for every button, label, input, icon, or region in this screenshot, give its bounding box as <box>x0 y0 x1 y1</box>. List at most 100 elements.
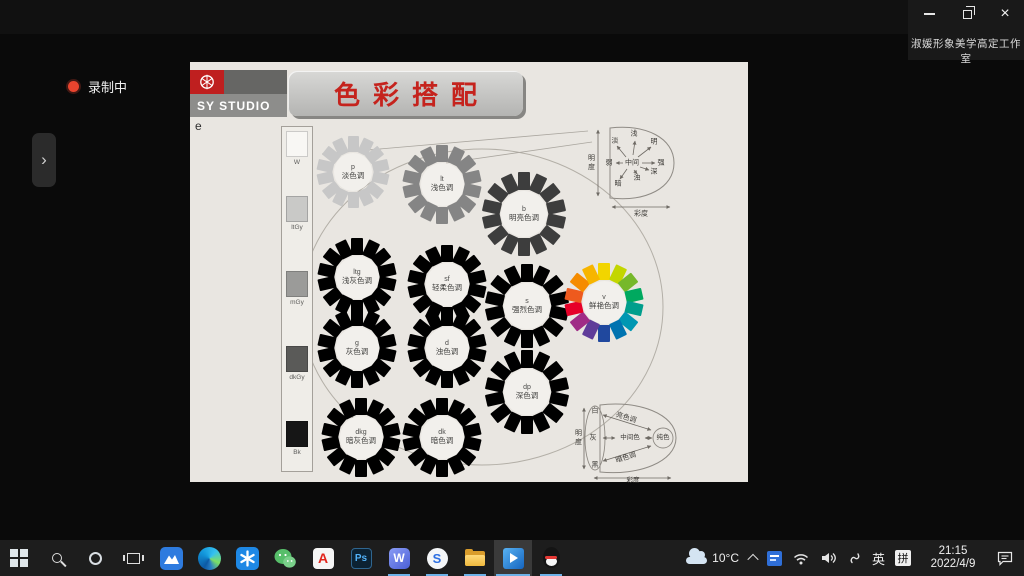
w-app-button[interactable]: W <box>380 540 418 576</box>
wechat-icon <box>273 547 297 570</box>
weather-button[interactable]: 10°C <box>681 540 744 576</box>
bottom-diagram-gray: 灰 <box>590 435 597 442</box>
tray-expand-button[interactable] <box>744 540 762 576</box>
top-diagram-light: 浅 <box>631 131 638 138</box>
tone-swatch <box>348 192 359 208</box>
speaker-icon <box>820 551 838 565</box>
recording-dot-icon <box>68 81 79 92</box>
cortana-icon <box>89 552 102 565</box>
start-button[interactable] <box>0 540 38 576</box>
tone-swatch <box>351 309 363 326</box>
app-titlebar <box>0 0 1024 34</box>
system-tray: 10°C 英 拼 21:15 2022/4/9 <box>681 540 1024 576</box>
ime-language-label: 英 <box>872 549 885 568</box>
tone-swatch <box>521 264 533 282</box>
presentation-slide: SY STUDIO 色彩搭配 e WltGymGydkGyBk p淡色调lt浅色… <box>190 62 748 482</box>
chevron-up-icon <box>747 554 758 565</box>
top-diagram-strong: 强 <box>658 160 665 167</box>
tone-swatch <box>441 245 453 262</box>
desktop-screen: × 淑媛形象美学高定工作室 录制中 › <box>0 0 1024 576</box>
search-icon <box>52 553 62 563</box>
tone-swatch <box>351 371 363 388</box>
temperature-label: 10°C <box>712 551 739 565</box>
tone-wheel-label: dk暗色调 <box>421 416 464 459</box>
tone-wheel-label: s强烈色调 <box>504 283 550 329</box>
tone-wheels: p淡色调lt浅色调b明亮色调ltg浅灰色调sf轻柔色调s强烈色调v鲜艳色调g灰色… <box>190 62 748 482</box>
top-diagram-bright: 明 <box>651 139 658 146</box>
close-icon: × <box>1000 6 1009 22</box>
tone-swatch <box>436 145 448 162</box>
tone-wheel-label: d浊色调 <box>426 327 469 370</box>
action-center-button[interactable] <box>990 540 1024 576</box>
tray-blue-app-button[interactable] <box>762 540 787 576</box>
bottom-diagram-middle: 中间色 <box>620 435 640 442</box>
tone-swatch <box>598 263 610 280</box>
file-explorer-button[interactable] <box>456 540 494 576</box>
cortana-button[interactable] <box>76 540 114 576</box>
recording-indicator: 录制中 <box>68 77 127 96</box>
star-app-button[interactable] <box>228 540 266 576</box>
tone-swatch <box>518 238 530 256</box>
minimize-button[interactable] <box>910 0 948 28</box>
s-app-button[interactable]: S <box>418 540 456 576</box>
top-diagram-dark: 暗 <box>615 181 622 188</box>
acrobat-button[interactable]: A <box>304 540 342 576</box>
tone-swatch <box>598 325 610 342</box>
movies-tv-button[interactable] <box>494 540 532 576</box>
tone-wheel-label: lt浅色调 <box>421 163 464 206</box>
restore-icon <box>963 10 972 19</box>
edge-button[interactable] <box>190 540 228 576</box>
bottom-diagram-pure: 纯色 <box>657 435 670 442</box>
top-diagram-pale: 淡 <box>612 138 619 145</box>
tone-swatch <box>441 371 453 388</box>
tone-wheel-label: dp深色调 <box>504 369 550 415</box>
tone-wheel-label: p淡色调 <box>334 153 372 191</box>
task-view-button[interactable] <box>114 540 152 576</box>
qq-button[interactable] <box>532 540 570 576</box>
search-button[interactable] <box>38 540 76 576</box>
clock-button[interactable]: 21:15 2022/4/9 <box>916 540 990 576</box>
tone-swatch <box>521 330 533 348</box>
tone-swatch <box>521 350 533 368</box>
volume-button[interactable] <box>815 540 843 576</box>
tone-swatch <box>436 207 448 224</box>
acrobat-icon: A <box>313 548 334 569</box>
file-explorer-icon <box>465 551 485 566</box>
top-diagram-weak: 弱 <box>606 160 613 167</box>
tray-blue-app-icon <box>767 551 782 566</box>
photoshop-button[interactable]: Ps <box>342 540 380 576</box>
s-app-icon: S <box>427 548 448 569</box>
chevron-right-icon: › <box>41 150 47 170</box>
pen-tool-button[interactable] <box>843 540 867 576</box>
edge-icon <box>198 547 221 570</box>
wechat-button[interactable] <box>266 540 304 576</box>
network-button[interactable] <box>787 540 815 576</box>
top-diagram-axis-chroma: 彩度 <box>634 211 648 218</box>
sidebar-expand-button[interactable]: › <box>32 133 56 187</box>
tone-swatch <box>518 172 530 190</box>
tone-wheel-label: sf轻柔色调 <box>426 263 469 306</box>
taskbar-apps: A Ps W S <box>0 540 570 576</box>
maximize-restore-button[interactable] <box>948 0 986 28</box>
ime-language-button[interactable]: 英 <box>867 540 890 576</box>
tone-swatch <box>351 238 363 255</box>
play-icon <box>510 553 518 563</box>
ime-pinyin-icon: 拼 <box>895 550 911 566</box>
close-button[interactable]: × <box>986 0 1024 28</box>
windows-logo-icon <box>10 549 28 567</box>
tone-swatch <box>436 460 448 477</box>
tone-swatch <box>521 416 533 434</box>
tone-wheel-label: dkg暗灰色调 <box>340 416 383 459</box>
mountain-app-button[interactable] <box>152 540 190 576</box>
qq-icon <box>542 547 561 569</box>
ime-pinyin-button[interactable]: 拼 <box>890 540 916 576</box>
remote-user-title: 淑媛形象美学高定工作室 <box>908 36 1024 66</box>
star-app-icon <box>236 547 259 570</box>
cloud-icon <box>686 552 708 564</box>
pen-squiggle-icon <box>848 551 862 565</box>
clock-time: 21:15 <box>921 545 985 558</box>
bottom-diagram-black: 黑 <box>592 462 599 469</box>
tone-swatch <box>436 398 448 415</box>
tone-wheel-label: ltg浅灰色调 <box>336 256 379 299</box>
tone-swatch <box>441 309 453 326</box>
